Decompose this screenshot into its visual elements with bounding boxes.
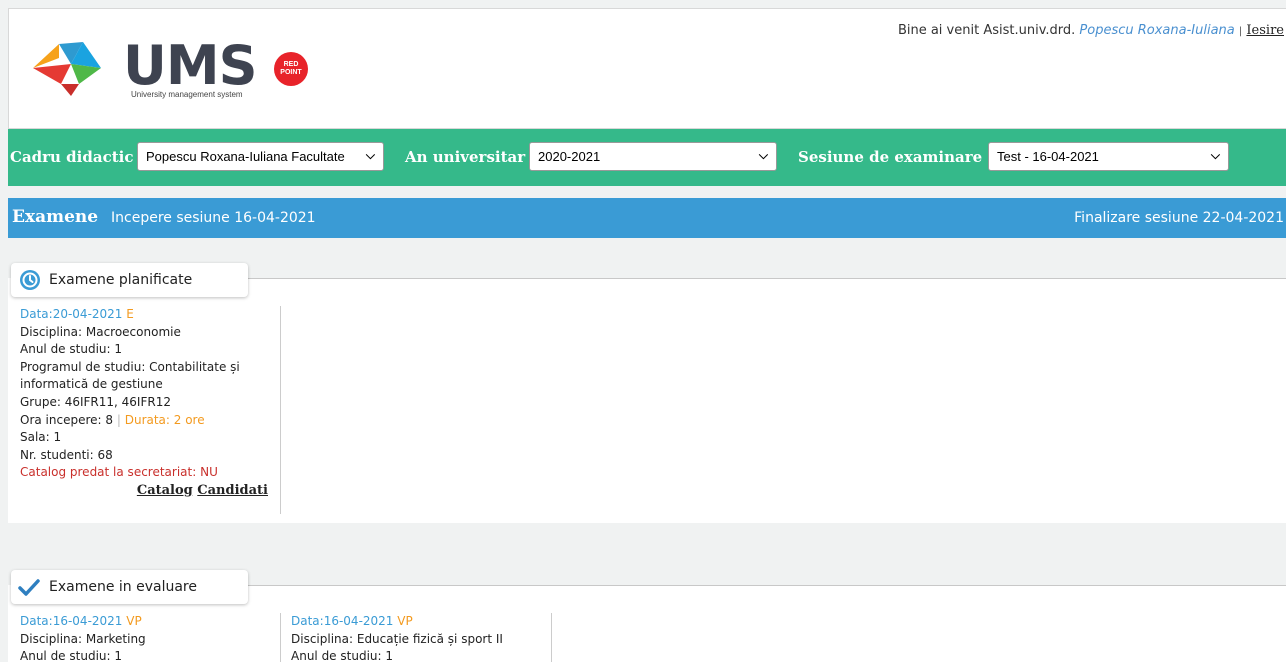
welcome-message: Bine ai venit Asist.univ.drd. Popescu Ro… — [898, 23, 1284, 38]
logout-link[interactable]: Iesire — [1246, 23, 1284, 38]
user-name: Popescu Roxana-Iuliana — [1079, 23, 1235, 38]
teacher-label: Cadru didactic — [10, 148, 134, 166]
exam-discipline: Disciplina: Educație fizică și sport II — [291, 631, 503, 646]
evaluation-exams-title: Examene in evaluare — [49, 579, 197, 595]
teacher-select-value: Popescu Roxana-Iuliana Facultate — [146, 149, 345, 164]
logo-subtitle: University management system — [131, 90, 243, 99]
chevron-down-icon: ⌵ — [1210, 148, 1220, 162]
exam-year: Anul de studiu: 1 — [20, 342, 122, 357]
session-start: Incepere sesiune 16-04-2021 — [111, 210, 316, 226]
session-label: Sesiune de examinare — [798, 148, 983, 166]
catalog-link[interactable]: Catalog — [137, 483, 193, 498]
exam-program-line2: informatică de gestiune — [20, 377, 163, 392]
divider — [248, 585, 1286, 586]
exam-type: E — [126, 307, 134, 321]
ums-logo[interactable]: UMS University management system RED POI… — [31, 34, 321, 104]
exam-groups: Grupe: 46IFR11, 46IFR12 — [20, 394, 171, 409]
page-header: UMS University management system RED POI… — [8, 8, 1286, 129]
exam-discipline: Disciplina: Macroeconomie — [20, 324, 181, 339]
year-label: An universitar — [405, 148, 526, 166]
separator: | — [1238, 26, 1243, 37]
exam-program-line1: Programul de studiu: Contabilitate și — [20, 359, 240, 374]
exam-card[interactable]: Data:16-04-2021 VP Disciplina: Marketing… — [10, 613, 281, 662]
exam-type: VP — [397, 614, 413, 628]
exam-discipline: Disciplina: Marketing — [20, 631, 146, 646]
ums-logo-icon — [33, 42, 101, 96]
session-end: Finalizare sesiune 22-04-2021 — [1074, 210, 1284, 226]
teacher-select[interactable]: Popescu Roxana-Iuliana Facultate ⌵ — [137, 142, 384, 171]
redpoint-badge: RED POINT — [274, 52, 308, 86]
evaluation-exams-header: Examene in evaluare — [11, 570, 248, 604]
exam-room: Sala: 1 — [20, 430, 62, 445]
session-select[interactable]: Test - 16-04-2021 ⌵ — [988, 142, 1229, 171]
exam-date: Data:16-04-2021 — [291, 614, 394, 628]
exam-type: VP — [126, 614, 142, 628]
planned-exams-header: Examene planificate — [11, 263, 248, 297]
exam-year: Anul de studiu: 1 — [291, 649, 393, 662]
exam-date: Data:20-04-2021 — [20, 307, 123, 321]
session-select-value: Test - 16-04-2021 — [997, 149, 1099, 164]
planned-exams-title: Examene planificate — [49, 272, 193, 288]
exams-bar: Examene Incepere sesiune 16-04-2021 Fina… — [8, 198, 1286, 238]
chevron-down-icon: ⌵ — [365, 148, 375, 162]
logo-text: UMS — [123, 34, 257, 97]
exam-students: Nr. studenti: 68 — [20, 447, 113, 462]
year-select[interactable]: 2020-2021 ⌵ — [529, 142, 777, 171]
exam-card[interactable]: Data:16-04-2021 VP Disciplina: Educație … — [281, 613, 552, 662]
exam-start-hour: Ora incepere: 8 — [20, 412, 114, 427]
exams-title: Examene — [12, 207, 99, 227]
welcome-prefix: Bine ai venit Asist.univ.drd. — [897, 23, 1076, 38]
exam-year: Anul de studiu: 1 — [20, 649, 122, 662]
checkmark-icon — [18, 579, 40, 596]
filter-bar: Cadru didactic Popescu Roxana-Iuliana Fa… — [8, 129, 1286, 186]
candidates-link[interactable]: Candidati — [197, 483, 268, 498]
exam-catalog-status: Catalog predat la secretariat: NU — [20, 465, 218, 480]
year-select-value: 2020-2021 — [538, 149, 601, 164]
chevron-down-icon: ⌵ — [758, 148, 768, 162]
clock-icon — [20, 270, 40, 290]
exam-card[interactable]: Data:20-04-2021 E Disciplina: Macroecono… — [10, 306, 281, 514]
divider — [248, 278, 1286, 279]
exam-duration: Durata: 2 ore — [124, 412, 205, 427]
exam-date: Data:16-04-2021 — [20, 614, 123, 628]
